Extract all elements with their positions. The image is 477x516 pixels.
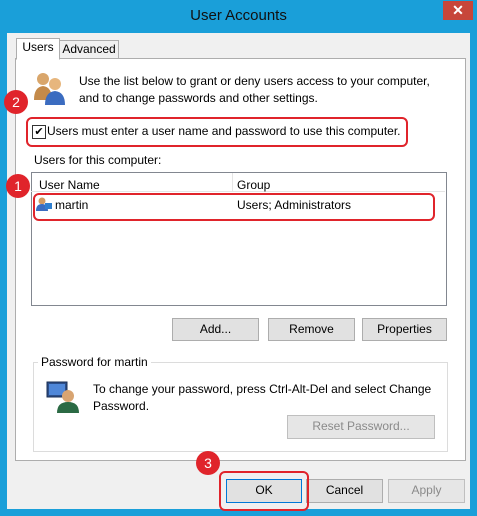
properties-button[interactable]: Properties [362,318,447,341]
user-monitor-icon [46,381,79,413]
column-header-user-name[interactable]: User Name [39,178,100,192]
close-icon: ✕ [452,2,464,18]
users-list-label: Users for this computer: [34,153,162,167]
users-icon [34,73,65,105]
window-title: User Accounts [190,7,287,24]
column-header-group[interactable]: Group [237,178,270,192]
close-button[interactable]: ✕ [443,1,473,20]
password-group-title: Password for martin [38,355,151,369]
properties-button-label: Properties [377,322,432,336]
highlight-checkbox [26,117,408,147]
annotation-badge-1: 1 [6,174,30,198]
apply-button[interactable]: Apply [388,479,465,503]
remove-button[interactable]: Remove [268,318,355,341]
intro-text: Use the list below to grant or deny user… [79,74,430,105]
annotation-badge-3: 3 [196,451,220,475]
cancel-button[interactable]: Cancel [306,479,383,503]
tab-users-label: Users [22,40,54,54]
remove-button-label: Remove [289,322,334,336]
password-instructions: To change your password, press Ctrl-Alt-… [93,382,432,413]
cancel-button-label: Cancel [325,483,364,497]
reset-password-label: Reset Password... [312,419,410,433]
add-button[interactable]: Add... [172,318,259,341]
tab-advanced[interactable]: Advanced [59,40,119,59]
apply-button-label: Apply [411,483,442,497]
annotation-badge-2: 2 [4,90,28,114]
add-button-label: Add... [199,322,232,336]
tab-users[interactable]: Users [16,38,60,60]
column-separator[interactable] [232,173,233,191]
tab-advanced-label: Advanced [62,42,116,56]
highlight-user-row [33,193,435,221]
highlight-ok-button [219,471,309,511]
reset-password-button[interactable]: Reset Password... [287,415,435,439]
